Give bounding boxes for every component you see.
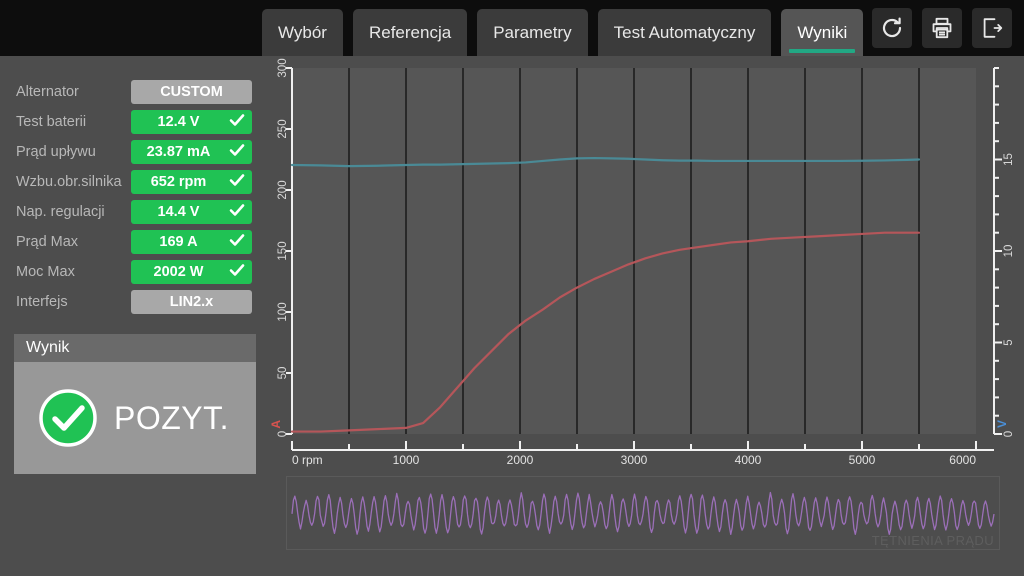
result-panel-title: Wynik: [14, 334, 256, 362]
parameter-value-pill[interactable]: 652 rpm: [131, 170, 252, 194]
check-circle-icon: [38, 388, 98, 448]
check-icon: [229, 142, 245, 162]
check-icon: [229, 232, 245, 252]
x-axis-tick-label: 1000: [393, 453, 420, 467]
parameter-value-pill[interactable]: 12.4 V: [131, 110, 252, 134]
parameter-row: Alternator CUSTOM: [0, 80, 262, 104]
tab-bar: Wybór Referencja Parametry Test Automatyczn…: [262, 9, 864, 56]
tab-referencja[interactable]: Referencja: [352, 9, 468, 56]
tab-label: Referencja: [368, 22, 452, 42]
parameter-label: Wzbu.obr.silnika: [16, 174, 122, 190]
parameter-row: Moc Max 2002 W: [0, 260, 262, 284]
sidebar: Alternator CUSTOM Test baterii 12.4 V Prąd u…: [0, 56, 262, 576]
tab-wyniki[interactable]: Wyniki: [781, 9, 864, 56]
tab-label: Test Automatyczny: [613, 22, 756, 42]
left-axis-label: A: [269, 420, 283, 429]
right-axis-tick-label: 15: [1003, 153, 1015, 166]
tab-label: Wybór: [278, 22, 327, 42]
left-axis-tick-label: 150: [277, 241, 289, 260]
x-axis-tick-label: 0 rpm: [292, 453, 323, 467]
parameter-label: Test baterii: [16, 114, 87, 130]
print-icon: [930, 16, 954, 40]
parameter-row: Prąd Max 169 A: [0, 230, 262, 254]
right-axis-label: V: [995, 420, 1009, 428]
parameter-value: 169 A: [159, 234, 198, 250]
parameter-value-pill[interactable]: 2002 W: [131, 260, 252, 284]
parameter-label: Prąd upływu: [16, 144, 96, 160]
parameter-label: Nap. regulacji: [16, 204, 105, 220]
parameter-label: Interfejs: [16, 294, 68, 310]
tab-wyb-r[interactable]: Wybór: [262, 9, 343, 56]
parameter-value-pill[interactable]: 169 A: [131, 230, 252, 254]
app-root: Wybór Referencja Parametry Test Automatyczn…: [0, 0, 1024, 576]
ripple-label: TĘTNIENIA PRĄDU: [871, 533, 994, 548]
top-bar: Wybór Referencja Parametry Test Automatyczn…: [0, 0, 1024, 56]
x-axis-tick-label: 4000: [735, 453, 762, 467]
parameter-row: Prąd upływu 23.87 mA: [0, 140, 262, 164]
parameter-value-pill[interactable]: 23.87 mA: [131, 140, 252, 164]
left-axis-tick-label: 50: [277, 367, 289, 380]
left-axis-tick-label: 200: [277, 180, 289, 199]
result-verdict: POZYT.: [114, 399, 230, 436]
check-icon: [229, 112, 245, 132]
parameter-value: 23.87 mA: [146, 144, 211, 160]
x-axis-tick-label: 2000: [507, 453, 534, 467]
parameter-row: Wzbu.obr.silnika 652 rpm: [0, 170, 262, 194]
parameter-value: 652 rpm: [150, 174, 207, 190]
parameter-row: Nap. regulacji 14.4 V: [0, 200, 262, 224]
tab-test-automatyczny[interactable]: Test Automatyczny: [597, 9, 772, 56]
tab-label: Parametry: [493, 22, 572, 42]
left-axis-tick-label: 0: [277, 431, 289, 437]
left-axis-tick-label: 300: [277, 58, 289, 77]
x-axis-tick-label: 6000: [949, 453, 976, 467]
parameter-value: LIN2.x: [169, 294, 214, 310]
parameter-row: Test baterii 12.4 V: [0, 110, 262, 134]
x-axis-tick-label: 3000: [621, 453, 648, 467]
check-icon: [229, 202, 245, 222]
parameter-label: Prąd Max: [16, 234, 79, 250]
result-panel-body: POZYT.: [14, 362, 256, 474]
parameter-label: Moc Max: [16, 264, 75, 280]
print-button[interactable]: [922, 8, 962, 48]
parameter-value: CUSTOM: [160, 84, 223, 100]
tab-label: Wyniki: [797, 22, 848, 42]
parameter-list: Alternator CUSTOM Test baterii 12.4 V Prąd u…: [0, 80, 262, 320]
refresh-button[interactable]: [872, 8, 912, 48]
toolbar-buttons: [872, 8, 1012, 48]
parameter-value: 2002 W: [153, 264, 204, 280]
parameter-value: 12.4 V: [157, 114, 200, 130]
parameter-value-pill[interactable]: LIN2.x: [131, 290, 252, 314]
right-axis-tick-label: 10: [1003, 245, 1015, 258]
result-panel: Wynik POZYT.: [14, 334, 256, 474]
parameter-row: Interfejs LIN2.x: [0, 290, 262, 314]
chart-canvas: 0 50 100 150 200 250 300 A 0 5 10 15 V 0 rpm 1000 2000 3…: [269, 58, 1015, 467]
exit-icon: [980, 16, 1004, 40]
right-axis-tick-label: 0: [1003, 431, 1015, 437]
x-axis-tick-label: 5000: [849, 453, 876, 467]
check-icon: [229, 172, 245, 192]
right-axis-tick-label: 5: [1003, 339, 1015, 345]
ripple-panel: TĘTNIENIA PRĄDU: [286, 476, 1000, 550]
left-axis-tick-label: 100: [277, 302, 289, 321]
parameter-label: Alternator: [16, 84, 79, 100]
left-axis-tick-label: 250: [277, 119, 289, 138]
exit-button[interactable]: [972, 8, 1012, 48]
parameter-value-pill[interactable]: CUSTOM: [131, 80, 252, 104]
refresh-icon: [880, 16, 904, 40]
check-icon: [229, 262, 245, 282]
parameter-value-pill[interactable]: 14.4 V: [131, 200, 252, 224]
tab-parametry[interactable]: Parametry: [477, 9, 588, 56]
parameter-value: 14.4 V: [157, 204, 200, 220]
